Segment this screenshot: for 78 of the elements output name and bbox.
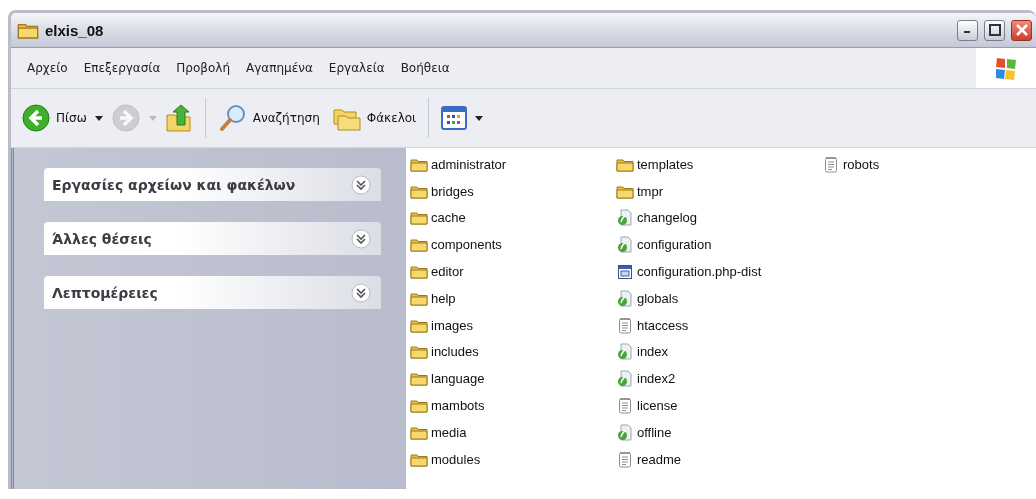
maximize-icon	[988, 24, 1001, 36]
file-item[interactable]: tmpr	[616, 177, 822, 205]
text-file-icon	[618, 316, 632, 334]
close-button[interactable]	[1011, 19, 1032, 41]
dropdown-caret-icon[interactable]	[475, 113, 484, 123]
folder-icon	[616, 183, 634, 199]
windows-logo-icon	[993, 55, 1019, 81]
text-file-icon	[618, 450, 632, 468]
file-item[interactable]: components	[410, 231, 616, 259]
file-item[interactable]: images	[410, 311, 616, 339]
menu-item[interactable]: Αγαπημένα	[238, 58, 321, 78]
minimize-button[interactable]	[957, 19, 978, 41]
file-item[interactable]: index	[616, 338, 822, 366]
search-button[interactable]: Αναζήτηση	[213, 101, 324, 135]
file-item[interactable]: globals	[616, 285, 822, 312]
file-item[interactable]: configuration	[616, 231, 822, 259]
menu-item[interactable]: Επεξεργασία	[75, 58, 169, 78]
folder-icon	[410, 344, 428, 360]
folder-icon	[410, 264, 428, 280]
folder-icon	[410, 451, 428, 467]
folder-icon	[410, 424, 428, 440]
file-item[interactable]: index2	[616, 365, 822, 393]
file-item[interactable]: administrator	[410, 151, 616, 178]
file-item[interactable]: bridges	[410, 177, 616, 205]
file-item[interactable]: changelog	[616, 204, 822, 232]
folder-icon	[616, 156, 634, 172]
folder-icon	[410, 290, 428, 306]
config-file-icon	[617, 263, 633, 280]
file-item[interactable]: license	[616, 392, 822, 419]
close-icon	[1015, 24, 1028, 36]
file-item[interactable]: readme	[616, 445, 822, 473]
menu-item[interactable]: Εργαλεία	[320, 58, 393, 78]
expand-chevron-icon[interactable]	[351, 174, 371, 195]
php-file-icon	[617, 370, 633, 388]
back-button[interactable]: Πίσω	[17, 101, 91, 135]
task-section-header[interactable]: Λεπτομέρειες	[44, 276, 381, 309]
dropdown-caret-icon[interactable]	[94, 113, 103, 123]
menu-item[interactable]: Βοήθεια	[392, 58, 458, 78]
folder-icon	[17, 21, 39, 39]
menu-item[interactable]: Προβολή	[168, 58, 239, 78]
folder-icon	[410, 156, 428, 172]
folder-icon	[410, 183, 428, 199]
folder-icon	[410, 210, 428, 226]
folder-up-icon	[164, 103, 193, 133]
file-item[interactable]: help	[410, 285, 616, 312]
file-item[interactable]: includes	[410, 338, 616, 366]
expand-chevron-icon[interactable]	[351, 282, 371, 303]
folder-icon	[410, 371, 428, 387]
file-item[interactable]: htaccess	[616, 311, 822, 339]
views-icon	[441, 106, 468, 130]
php-file-icon	[617, 236, 633, 254]
text-file-icon	[824, 155, 838, 173]
expand-chevron-icon[interactable]	[351, 228, 371, 249]
file-item[interactable]: cache	[410, 204, 616, 232]
php-file-icon	[617, 209, 633, 227]
text-file-icon	[618, 397, 632, 415]
file-item[interactable]: offline	[616, 418, 822, 446]
file-item[interactable]: mambots	[410, 392, 616, 419]
file-item[interactable]: modules	[410, 445, 616, 473]
php-file-icon	[617, 289, 633, 307]
file-item[interactable]: templates	[616, 151, 822, 178]
task-section-header[interactable]: Άλλες θέσεις	[44, 222, 381, 255]
maximize-button[interactable]	[984, 19, 1005, 41]
search-icon	[217, 103, 248, 133]
menu-item[interactable]: Αρχείο	[19, 58, 76, 78]
task-section-header[interactable]: Εργασίες αρχείων και φακέλων	[44, 168, 381, 201]
folder-icon	[410, 237, 428, 253]
file-item[interactable]: language	[410, 365, 616, 393]
folder-icon	[410, 398, 428, 414]
file-item[interactable]: editor	[410, 258, 616, 285]
file-item[interactable]: configuration.php-dist	[616, 258, 822, 285]
file-item[interactable]: robots	[822, 151, 1028, 178]
file-item[interactable]: media	[410, 418, 616, 446]
folders-button[interactable]: Φάκελοι	[327, 102, 421, 134]
php-file-icon	[617, 423, 633, 441]
folder-icon	[410, 317, 428, 333]
window-title: elxis_08	[45, 21, 105, 39]
php-file-icon	[617, 343, 633, 361]
